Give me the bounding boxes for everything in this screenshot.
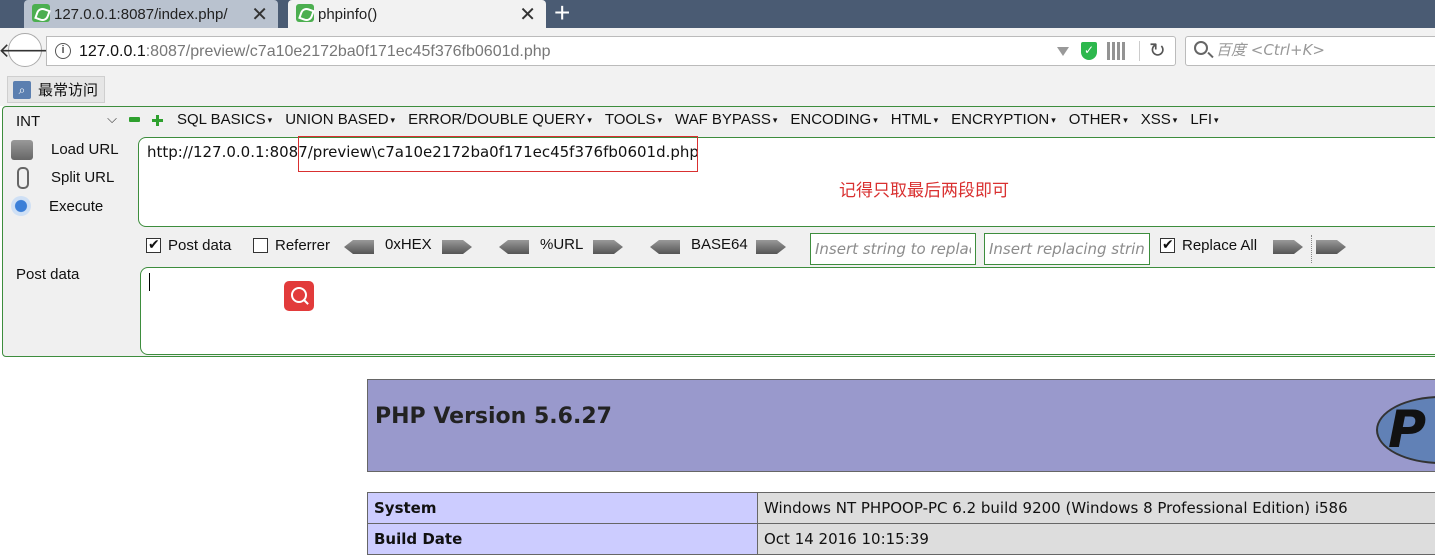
search-icon — [1194, 41, 1208, 55]
replace-next-arrow-icon[interactable] — [1316, 240, 1346, 254]
tab-phpinfo[interactable]: phpinfo() ✕ — [288, 0, 546, 28]
referrer-checkbox[interactable]: Referrer — [253, 237, 330, 254]
close-tab-icon[interactable]: ✕ — [519, 2, 536, 27]
phpinfo-table: System Windows NT PHPOOP-PC 6.2 build 92… — [367, 492, 1435, 555]
info-icon[interactable]: i — [55, 43, 71, 59]
options-row: Post data Referrer 0xHEX %URL BASE64 Rep… — [3, 233, 1435, 265]
menu-error-double-query[interactable]: ERROR/DOUBLE QUERY — [408, 111, 592, 128]
execute-label: Execute — [49, 198, 103, 215]
qr-code-icon[interactable] — [1107, 42, 1125, 60]
php-logo-text: P — [1388, 400, 1426, 460]
menu-waf-bypass[interactable]: WAF BYPASS — [675, 111, 777, 128]
history-dropdown-icon[interactable] — [1057, 47, 1069, 56]
php-logo: P — [1376, 396, 1435, 464]
post-data-label: Post data — [16, 266, 79, 283]
row-value: Windows NT PHPOOP-PC 6.2 build 9200 (Win… — [758, 493, 1435, 524]
menu-html[interactable]: HTML — [891, 111, 938, 128]
chevron-down-icon: ⌵ — [107, 111, 117, 127]
execute-icon — [11, 196, 31, 216]
load-url-button[interactable]: Load URL — [11, 136, 119, 162]
row-key: Build Date — [368, 524, 758, 555]
tab-title: phpinfo() — [318, 6, 377, 23]
menu-lfi[interactable]: LFI — [1190, 111, 1218, 128]
menu-union-based[interactable]: UNION BASED — [285, 111, 395, 128]
highlight-box — [298, 136, 698, 172]
bookmark-label: 最常访问 — [38, 79, 98, 100]
replace-all-label: Replace All — [1182, 237, 1257, 254]
split-url-label: Split URL — [51, 169, 114, 186]
reload-icon[interactable]: ↻ — [1149, 38, 1166, 63]
split-url-button[interactable]: Split URL — [11, 164, 114, 190]
back-arrow-icon: 🡐 — [0, 38, 52, 63]
bookmarks-bar: ⌕ 最常访问 — [0, 72, 1435, 106]
text-caret — [149, 273, 150, 291]
back-button[interactable]: 🡐 — [8, 33, 42, 67]
replace-all-checkbox[interactable]: Replace All — [1160, 237, 1257, 254]
post-data-textarea[interactable] — [140, 267, 1435, 355]
checkbox-checked — [146, 238, 161, 253]
type-select[interactable]: INT ⌵ — [13, 110, 121, 132]
scissors-icon — [11, 167, 33, 187]
load-url-icon — [11, 140, 33, 160]
bookmark-most-visited[interactable]: ⌕ 最常访问 — [7, 76, 105, 103]
base64-encode-arrow-icon[interactable] — [756, 240, 786, 254]
close-tab-icon[interactable]: ✕ — [251, 2, 268, 27]
type-select-value: INT — [16, 113, 40, 130]
post-data-checkbox[interactable]: Post data — [146, 237, 231, 254]
menu-encryption[interactable]: ENCRYPTION — [951, 111, 1056, 128]
table-row: System Windows NT PHPOOP-PC 6.2 build 92… — [368, 493, 1435, 524]
base64-decode-arrow-icon[interactable] — [650, 240, 680, 254]
php-favicon-icon — [32, 4, 50, 22]
divider — [1311, 235, 1312, 263]
search-bar[interactable] — [1185, 36, 1435, 66]
divider — [1139, 41, 1140, 61]
tab-index[interactable]: 127.0.0.1:8087/index.php/ ✕ — [24, 0, 278, 28]
checkbox-checked — [1160, 238, 1175, 253]
checkbox-unchecked — [253, 238, 268, 253]
menu-encoding[interactable]: ENCODING — [790, 111, 877, 128]
address-path: :8087/preview/c7a10e2172ba0f171ec45f376f… — [146, 43, 551, 60]
page-title: PHP Version 5.6.27 — [375, 404, 612, 429]
minus-icon[interactable] — [129, 117, 140, 122]
navigation-bar: 🡐 i 127.0.0.1:8087/preview/c7a10e2172ba0… — [0, 28, 1435, 72]
address-text[interactable]: 127.0.0.1:8087/preview/c7a10e2172ba0f171… — [79, 43, 551, 61]
row-key: System — [368, 493, 758, 524]
row-value: Oct 14 2016 10:15:39 — [758, 524, 1435, 555]
tab-strip: 127.0.0.1:8087/index.php/ ✕ phpinfo() ✕ … — [0, 0, 1435, 28]
shield-icon[interactable]: ✓ — [1081, 42, 1097, 60]
load-url-label: Load URL — [51, 141, 119, 158]
address-host: 127.0.0.1 — [79, 43, 146, 60]
php-favicon-icon — [296, 4, 314, 22]
execute-button[interactable]: Execute — [11, 193, 103, 219]
tab-title: 127.0.0.1:8087/index.php/ — [54, 6, 227, 23]
hex-label: 0xHEX — [385, 236, 432, 253]
annotation-note: 记得只取最后两段即可 — [839, 176, 1009, 201]
menu-other[interactable]: OTHER — [1069, 111, 1128, 128]
phpinfo-header: PHP Version 5.6.27 P — [367, 379, 1435, 472]
url-label: %URL — [540, 236, 583, 253]
replace-find-input[interactable] — [810, 233, 976, 265]
replace-arrow-icon[interactable] — [1273, 240, 1303, 254]
menu-xss[interactable]: XSS — [1141, 111, 1178, 128]
post-data-checkbox-label: Post data — [168, 237, 231, 254]
hex-encode-arrow-icon[interactable] — [442, 240, 472, 254]
menu-sql-basics[interactable]: SQL BASICS — [177, 111, 272, 128]
hackbar-menu: SQL BASICS UNION BASED ERROR/DOUBLE QUER… — [177, 111, 1232, 128]
search-icon[interactable] — [284, 281, 314, 311]
bookmark-folder-icon: ⌕ — [13, 81, 31, 99]
table-row: Build Date Oct 14 2016 10:15:39 — [368, 524, 1435, 555]
referrer-checkbox-label: Referrer — [275, 237, 330, 254]
search-input[interactable] — [1216, 41, 1435, 59]
url-textarea[interactable]: http://127.0.0.1:8087/preview\c7a10e2172… — [138, 137, 1435, 227]
hackbar-panel: INT ⌵ SQL BASICS UNION BASED ERROR/DOUBL… — [2, 106, 1435, 357]
menu-tools[interactable]: TOOLS — [605, 111, 662, 128]
replace-with-input[interactable] — [984, 233, 1150, 265]
url-decode-arrow-icon[interactable] — [499, 240, 529, 254]
base64-label: BASE64 — [691, 236, 748, 253]
url-encode-arrow-icon[interactable] — [593, 240, 623, 254]
plus-icon[interactable] — [152, 115, 163, 126]
new-tab-button[interactable]: + — [554, 0, 570, 29]
hex-decode-arrow-icon[interactable] — [344, 240, 374, 254]
address-bar[interactable]: i 127.0.0.1:8087/preview/c7a10e2172ba0f1… — [46, 36, 1176, 66]
